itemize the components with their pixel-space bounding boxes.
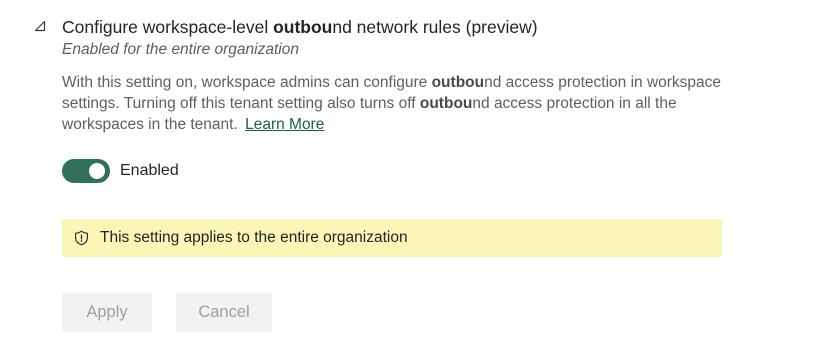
info-banner: This setting applies to the entire organ…: [62, 219, 722, 257]
title-suffix: nd network rules (preview): [332, 17, 538, 37]
banner-text: This setting applies to the entire organ…: [100, 229, 408, 246]
setting-description: With this setting on, workspace admins c…: [62, 72, 722, 135]
description-highlight-1: outbou: [431, 74, 485, 91]
setting-subtitle: Enabled for the entire organization: [62, 41, 299, 58]
shield-icon: [74, 230, 89, 246]
tenant-setting-panel: Configure workspace-level outbound netwo…: [0, 0, 821, 357]
title-prefix: Configure workspace-level: [62, 17, 274, 37]
collapse-triangle-icon[interactable]: [34, 20, 46, 32]
enabled-toggle-row: Enabled: [62, 158, 179, 184]
description-highlight-2: outbou: [419, 95, 473, 112]
setting-title: Configure workspace-level outbound netwo…: [62, 15, 538, 39]
title-highlight: outbou: [273, 17, 333, 37]
cancel-button[interactable]: Cancel: [176, 293, 272, 332]
description-part-1: With this setting on, workspace admins c…: [62, 74, 432, 91]
toggle-knob: [89, 163, 105, 179]
apply-button[interactable]: Apply: [62, 293, 152, 332]
toggle-label: Enabled: [120, 162, 179, 179]
enabled-toggle[interactable]: [62, 159, 110, 183]
learn-more-link[interactable]: Learn More: [245, 116, 324, 133]
